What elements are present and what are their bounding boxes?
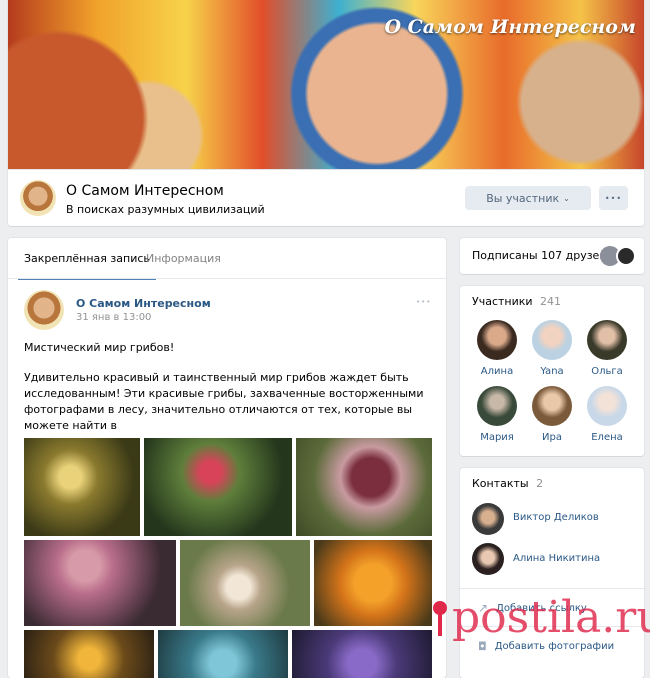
member-name[interactable]: Мария (471, 432, 523, 443)
member-name[interactable]: Yana (526, 366, 578, 377)
cover-image: О Самом Интересном (8, 0, 644, 170)
contact-name[interactable]: Алина Никитина (513, 553, 600, 564)
members-title[interactable]: Участники 241 (472, 295, 561, 308)
post-date[interactable]: 31 янв в 13:00 (76, 312, 151, 323)
wall-card: Закреплённая запись Информация О Самом И… (8, 238, 446, 678)
contacts-title-label: Контакты (472, 477, 529, 490)
tab-pinned-post[interactable]: Закреплённая запись (18, 238, 156, 280)
post-photo[interactable] (158, 630, 288, 678)
post-photo[interactable] (24, 630, 154, 678)
contacts-card: Контакты 2 Виктор Деликов Алина Никитина… (460, 468, 644, 678)
tab-info[interactable]: Информация (140, 238, 227, 278)
members-count: 241 (540, 295, 562, 308)
member-name[interactable]: Ольга (581, 366, 633, 377)
post-body-line: исследованным! Эти красивые грибы, захва… (24, 387, 424, 400)
group-avatar[interactable] (20, 180, 56, 216)
group-header: О Самом Интересном В поисках разумных ци… (8, 170, 644, 226)
post-author-avatar[interactable] (24, 290, 64, 330)
watermark-text: postila.ru (452, 592, 650, 643)
friends-card[interactable]: Подписаны 107 друзей (460, 238, 644, 274)
member-avatar[interactable] (532, 386, 572, 426)
post-photo[interactable] (24, 540, 176, 626)
post-author-name[interactable]: О Самом Интересном (76, 297, 211, 310)
contacts-count: 2 (536, 477, 544, 490)
post-photo[interactable] (292, 630, 432, 678)
post-photo[interactable] (24, 438, 140, 536)
group-status: В поисках разумных цивилизаций (66, 203, 265, 216)
post-more-button[interactable]: ••• (416, 298, 431, 306)
tab-pinned-post-label: Закреплённая запись (24, 251, 150, 265)
post-photo[interactable] (180, 540, 310, 626)
watermark-logo: postila.ru (428, 596, 650, 640)
pin-icon (433, 601, 447, 636)
member-button-label: Вы участник (486, 191, 560, 205)
contact-avatar[interactable] (472, 543, 504, 575)
contacts-title[interactable]: Контакты 2 (472, 477, 543, 490)
members-title-label: Участники (472, 295, 533, 308)
member-name[interactable]: Елена (581, 432, 633, 443)
member-avatar[interactable] (587, 386, 627, 426)
post-body-line: Удивительно красивый и таинственный мир … (24, 371, 409, 384)
friend-avatar (616, 246, 636, 266)
contacts-divider (460, 588, 644, 589)
member-avatar[interactable] (587, 320, 627, 360)
post-photo[interactable] (314, 540, 432, 626)
post-photo[interactable] (144, 438, 292, 536)
member-avatar[interactable] (477, 386, 517, 426)
cover-title: О Самом Интересном (384, 16, 636, 38)
friends-label: Подписаны 107 друзей (472, 249, 607, 262)
contact-name[interactable]: Виктор Деликов (513, 512, 599, 523)
tab-info-label: Информация (146, 251, 221, 265)
post-title: Мистический мир грибов! (24, 341, 175, 354)
more-button[interactable]: ••• (599, 186, 628, 210)
group-name: О Самом Интересном (66, 183, 224, 199)
tabs-divider (8, 278, 446, 279)
member-avatar[interactable] (532, 320, 572, 360)
contact-avatar[interactable] (472, 503, 504, 535)
member-avatar[interactable] (477, 320, 517, 360)
members-card: Участники 241 Алина Yana Ольга Мария Ира… (460, 286, 644, 456)
member-button[interactable]: Вы участник ⌄ (465, 186, 591, 210)
member-name[interactable]: Алина (471, 366, 523, 377)
chevron-down-icon: ⌄ (563, 193, 570, 203)
member-name[interactable]: Ира (526, 432, 578, 443)
post-photo[interactable] (296, 438, 432, 536)
post-body-line: фотографами в лесу, значительно отличают… (24, 403, 413, 432)
